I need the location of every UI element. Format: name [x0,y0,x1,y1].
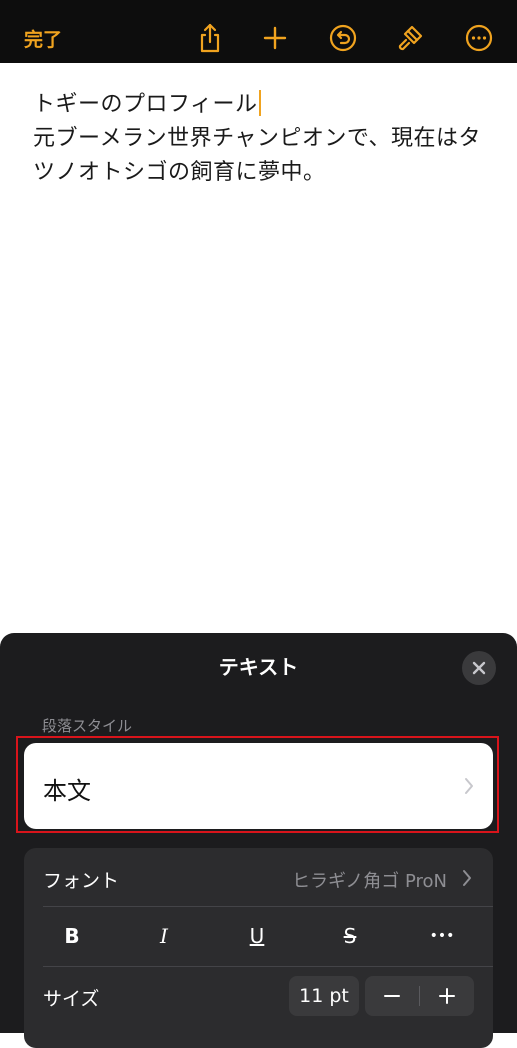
paintbrush-icon[interactable] [394,22,426,54]
text-format-sheet: テキスト 段落スタイル 本文 フォント ヒラギノ角ゴ ProN B I U S … [0,633,517,1048]
text-format-row: B I U S ••• [24,906,493,966]
close-button[interactable] [462,651,496,685]
highlight-annotation-box [16,736,499,833]
document-text-area[interactable]: トギーのプロフィール 元ブーメラン世界チャンピオンで、現在はタツノオトシゴの飼育… [33,88,485,190]
minus-icon [384,995,400,997]
plus-icon[interactable] [259,22,291,54]
chevron-right-icon [463,870,471,886]
text-cursor [258,90,261,116]
size-row: サイズ 11 pt [24,966,493,1028]
size-stepper [365,976,474,1016]
share-icon[interactable] [194,22,226,54]
sheet-title: テキスト [218,655,299,679]
more-format-button[interactable]: ••• [422,928,462,944]
plus-icon [439,988,455,1004]
size-value-field[interactable]: 11 pt [289,976,359,1016]
size-label: サイズ [43,988,100,1010]
top-toolbar: 完了 [0,0,517,63]
paragraph-style-section-label: 段落スタイル [42,717,133,735]
bold-button[interactable]: B [52,924,92,948]
font-settings-group: フォント ヒラギノ角ゴ ProN B I U S ••• サイズ 11 pt [24,848,493,1048]
done-button[interactable]: 完了 [24,25,62,52]
underline-button[interactable]: U [237,924,277,948]
font-label: フォント [43,870,120,892]
font-row[interactable]: フォント ヒラギノ角ゴ ProN [24,848,493,906]
font-value: ヒラギノ角ゴ ProN [291,871,447,892]
more-icon[interactable] [463,22,495,54]
size-decrease-button[interactable] [365,976,419,1016]
size-increase-button[interactable] [420,976,474,1016]
close-icon [472,661,486,675]
document-body-line: 元ブーメラン世界チャンピオンで、現在はタツノオトシゴの飼育に夢中。 [33,126,482,185]
strikethrough-button[interactable]: S [330,924,370,948]
document-title-line: トギーのプロフィール [33,92,258,117]
italic-button[interactable]: I [144,924,184,948]
undo-icon[interactable] [327,22,359,54]
